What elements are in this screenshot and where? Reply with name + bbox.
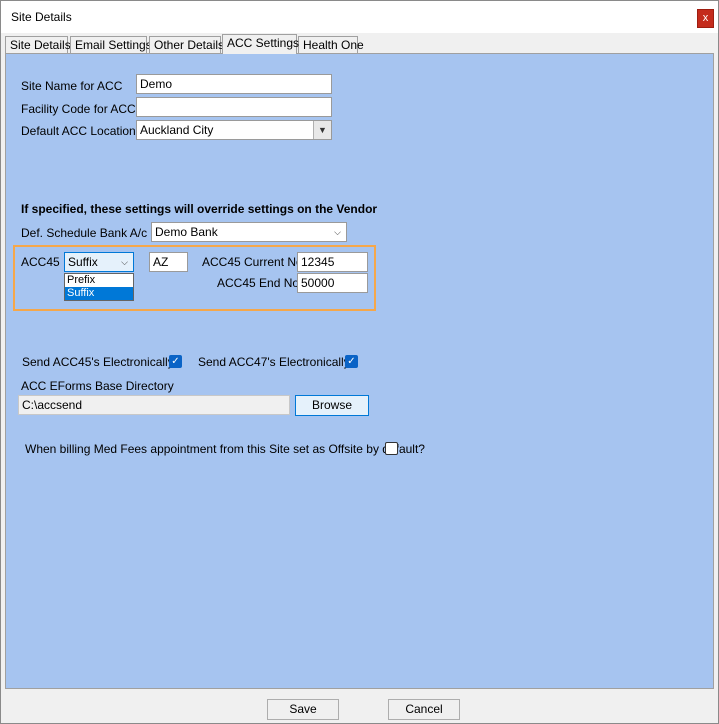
schedule-bank-value: Demo Bank bbox=[155, 225, 218, 239]
acc45-current-input[interactable]: 12345 bbox=[297, 252, 368, 272]
dialog-footer: Save Cancel bbox=[1, 691, 718, 723]
facility-code-label: Facility Code for ACC bbox=[21, 102, 136, 116]
site-name-input[interactable]: Demo bbox=[136, 74, 332, 94]
offsite-label: When billing Med Fees appointment from t… bbox=[25, 442, 425, 456]
save-button[interactable]: Save bbox=[267, 699, 339, 720]
schedule-bank-select[interactable]: Demo Bank ⌵ bbox=[151, 222, 347, 242]
site-name-label: Site Name for ACC bbox=[21, 79, 123, 93]
default-location-select[interactable]: Auckland City ▼ bbox=[136, 120, 332, 140]
send-acc45-label: Send ACC45's Electronically? bbox=[22, 355, 181, 369]
tab-health-one[interactable]: Health One bbox=[298, 36, 364, 53]
chevron-down-icon[interactable]: ▼ bbox=[313, 121, 331, 139]
schedule-bank-label: Def. Schedule Bank A/c bbox=[21, 226, 148, 240]
title-bar: Site Details x bbox=[1, 1, 718, 33]
acc45-affix-input[interactable]: AZ bbox=[149, 252, 188, 272]
chevron-down-icon[interactable]: ⌵ bbox=[329, 223, 346, 241]
tab-site-details[interactable]: Site Details bbox=[5, 36, 71, 53]
tab-email-settings[interactable]: Email Settings bbox=[70, 36, 152, 53]
acc45-mode-value: Suffix bbox=[68, 255, 98, 269]
tab-other-details[interactable]: Other Details bbox=[149, 36, 224, 53]
send-acc45-checkbox[interactable]: ✓ bbox=[169, 355, 182, 368]
default-location-value: Auckland City bbox=[140, 123, 214, 137]
send-acc47-label: Send ACC47's Electronically? bbox=[198, 355, 357, 369]
eforms-dir-input: C:\accsend bbox=[18, 395, 290, 415]
eforms-dir-label: ACC EForms Base Directory bbox=[21, 379, 174, 393]
site-details-window: Site Details x Site Details Email Settin… bbox=[0, 0, 719, 724]
cancel-button[interactable]: Cancel bbox=[388, 699, 460, 720]
chevron-down-icon[interactable]: ⌵ bbox=[116, 253, 133, 271]
window-title: Site Details bbox=[11, 10, 72, 24]
send-acc47-checkbox[interactable]: ✓ bbox=[345, 355, 358, 368]
dropdown-option-prefix[interactable]: Prefix bbox=[65, 274, 133, 287]
offsite-checkbox[interactable] bbox=[385, 442, 398, 455]
acc45-end-input[interactable]: 50000 bbox=[297, 273, 368, 293]
browse-button[interactable]: Browse bbox=[295, 395, 369, 416]
acc45-current-label: ACC45 Current No bbox=[202, 255, 303, 269]
acc45-mode-select[interactable]: Suffix ⌵ bbox=[64, 252, 134, 272]
tab-acc-settings[interactable]: ACC Settings bbox=[222, 34, 299, 54]
dropdown-option-suffix[interactable]: Suffix bbox=[65, 287, 133, 300]
acc45-label: ACC45 bbox=[21, 255, 60, 269]
close-button[interactable]: x bbox=[697, 9, 714, 28]
default-location-label: Default ACC Location bbox=[21, 124, 136, 138]
facility-code-input[interactable] bbox=[136, 97, 332, 117]
override-note: If specified, these settings will overri… bbox=[21, 202, 378, 216]
acc45-end-label: ACC45 End No bbox=[217, 276, 300, 290]
acc-settings-panel bbox=[5, 53, 714, 689]
acc45-mode-dropdown: Prefix Suffix bbox=[64, 273, 134, 301]
